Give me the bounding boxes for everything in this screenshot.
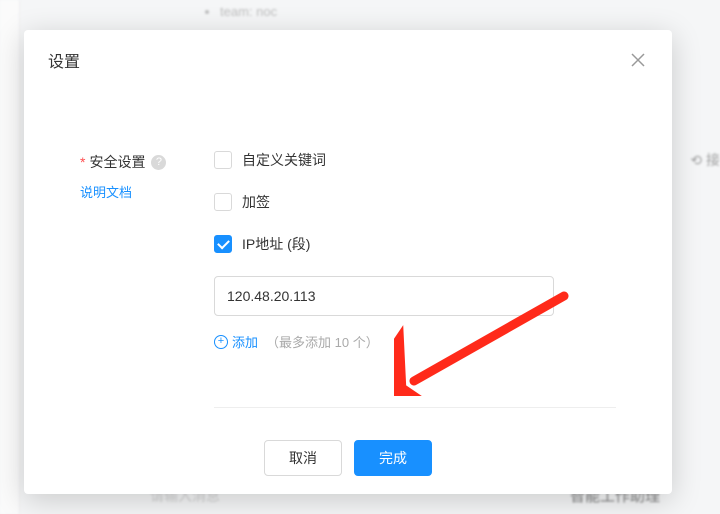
cancel-button[interactable]: 取消 (264, 440, 342, 476)
checkbox-signature[interactable] (214, 193, 232, 211)
checkbox-custom-keyword[interactable] (214, 151, 232, 169)
close-icon (631, 53, 645, 67)
modal-body: * 安全设置 ? 说明文档 自定义关键词 加签 IP地址 (段) (24, 90, 672, 428)
modal-title: 设置 (48, 48, 80, 72)
confirm-button[interactable]: 完成 (354, 440, 432, 476)
plus-icon: + (214, 335, 228, 349)
option-label: IP地址 (段) (242, 234, 310, 254)
close-button[interactable] (628, 50, 648, 70)
security-label: 安全设置 (89, 152, 145, 172)
add-label: 添加 (232, 332, 258, 351)
add-ip-button[interactable]: + 添加 (214, 332, 258, 351)
bg-list-item: team: noc (220, 4, 720, 19)
bg-right-hint: ⟲ 接 (690, 150, 720, 170)
option-label: 加签 (242, 192, 270, 212)
required-star: * (80, 154, 85, 170)
add-hint: （最多添加 10 个） (266, 332, 379, 351)
modal-header: 设置 (24, 30, 672, 90)
option-custom-keyword[interactable]: 自定义关键词 (214, 150, 616, 170)
modal-footer: 取消 完成 (24, 428, 672, 494)
option-signature[interactable]: 加签 (214, 192, 616, 212)
option-label: 自定义关键词 (242, 150, 326, 170)
settings-modal: 设置 * 安全设置 ? 说明文档 自定义关键词 (24, 30, 672, 494)
checkbox-ip-segment[interactable] (214, 235, 232, 253)
option-ip-segment[interactable]: IP地址 (段) (214, 234, 616, 254)
doc-link[interactable]: 说明文档 (80, 182, 132, 201)
ip-address-input[interactable] (214, 276, 554, 316)
help-icon[interactable]: ? (151, 155, 166, 170)
